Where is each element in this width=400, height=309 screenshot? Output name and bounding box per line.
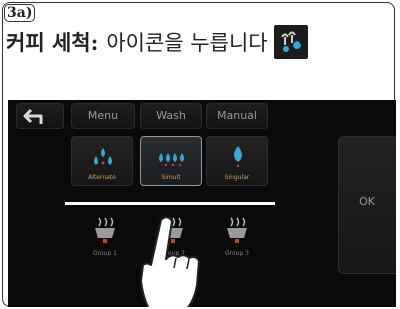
ok-button[interactable]: OK: [338, 136, 396, 274]
pointing-hand-icon: [140, 216, 200, 307]
tab-menu[interactable]: Menu: [71, 103, 135, 129]
wash-mode-singular[interactable]: Singular: [206, 136, 268, 186]
tab-manual[interactable]: Manual: [206, 103, 268, 129]
touch-screen: Menu Wash Manual Alternate Simult Singul…: [8, 100, 396, 307]
tab-wash[interactable]: Wash: [140, 103, 202, 129]
selection-underline: [65, 202, 275, 205]
back-arrow-icon: [23, 108, 43, 124]
step-badge: 3a): [4, 4, 36, 22]
tile-label: Simult: [161, 174, 181, 181]
tile-label: Singular: [224, 174, 250, 181]
instruction-title: 커피 세척:: [6, 30, 99, 55]
four-drops-icon: [159, 153, 184, 166]
instruction-line: 커피 세척: 아이콘을 누릅니다: [6, 24, 308, 60]
wash-mode-alternate[interactable]: Alternate: [71, 136, 133, 186]
ok-label: OK: [359, 195, 375, 208]
instruction-text: 아이콘을 누릅니다: [106, 31, 268, 55]
cleaning-icon: [273, 25, 308, 59]
wash-mode-simult[interactable]: Simult: [140, 136, 202, 186]
three-drops-icon: [94, 148, 112, 165]
back-button[interactable]: [16, 103, 64, 129]
single-drop-icon: [234, 146, 242, 167]
tile-label: Alternate: [88, 174, 116, 181]
